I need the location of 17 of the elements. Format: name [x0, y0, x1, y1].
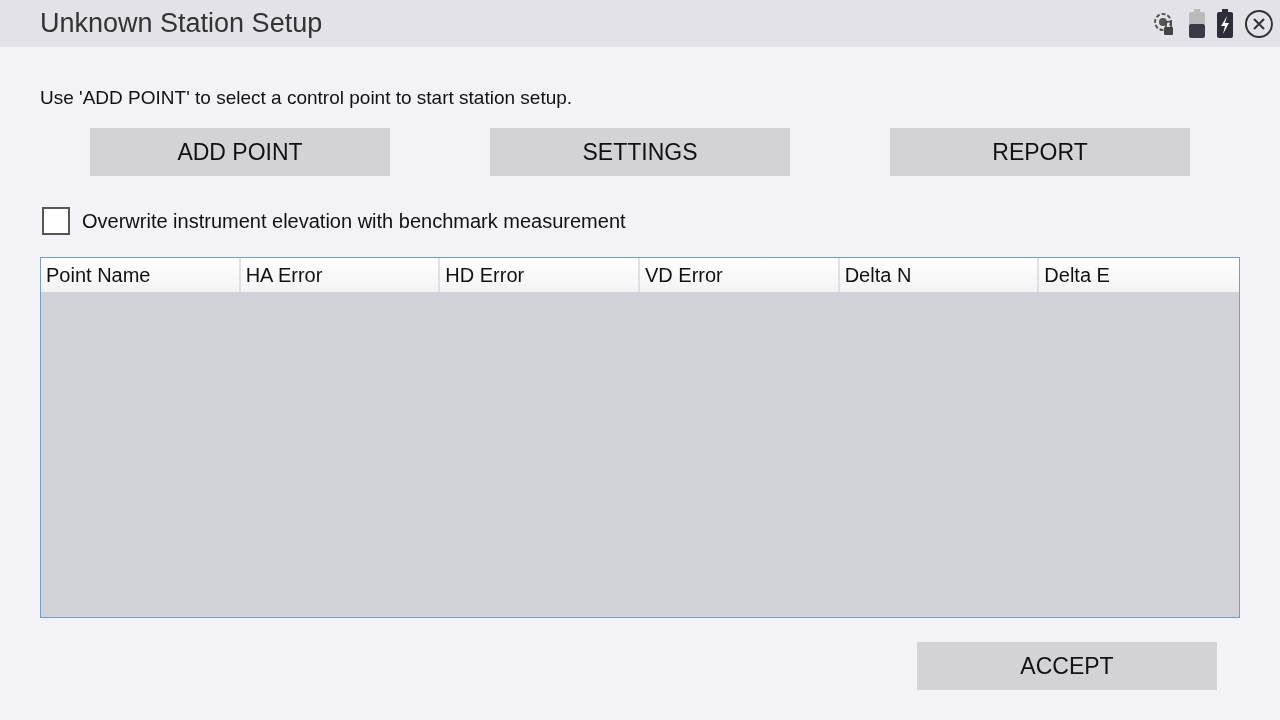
settings-button[interactable]: SETTINGS: [490, 128, 790, 176]
column-header[interactable]: Delta E: [1039, 258, 1239, 292]
charging-battery-icon[interactable]: [1216, 8, 1234, 39]
checkbox-label: Overwrite instrument elevation with benchmark measurement: [82, 209, 626, 233]
battery-icon[interactable]: [1188, 8, 1206, 39]
column-header[interactable]: Point Name: [41, 258, 241, 292]
window-title: Unknown Station Setup: [40, 8, 323, 39]
report-button[interactable]: REPORT: [890, 128, 1190, 176]
instruction-text: Use 'ADD POINT' to select a control point to start station setup.: [40, 87, 574, 109]
column-header[interactable]: VD Error: [640, 258, 840, 292]
accept-button[interactable]: ACCEPT: [917, 642, 1217, 690]
add-point-button[interactable]: ADD POINT: [90, 128, 390, 176]
checkbox[interactable]: [42, 207, 70, 235]
close-icon[interactable]: [1244, 8, 1274, 39]
column-header[interactable]: HA Error: [240, 258, 441, 292]
column-header[interactable]: HD Error: [440, 258, 640, 292]
column-header[interactable]: Delta N: [839, 258, 1040, 292]
